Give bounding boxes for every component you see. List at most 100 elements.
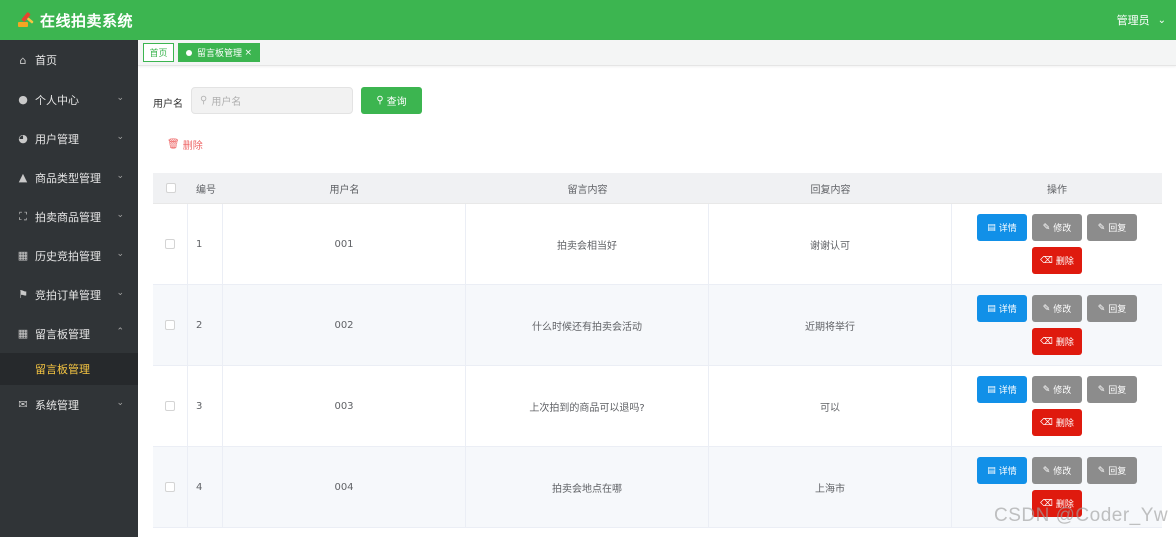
- sidebar-item-home[interactable]: ⌂ 首页: [0, 40, 138, 80]
- tag-home[interactable]: 首页: [143, 43, 174, 62]
- header-username: 用户名: [329, 184, 360, 196]
- cell-id: 4: [188, 447, 223, 527]
- chevron-up-icon: ⌃: [116, 327, 124, 337]
- detail-button[interactable]: ▤ 详情: [977, 214, 1027, 241]
- fullscreen-icon: ⛶: [19, 209, 27, 223]
- edit-icon: ✎: [1097, 222, 1106, 233]
- batch-delete-button[interactable]: 🗑 删除: [167, 137, 203, 152]
- sidebar-item-users[interactable]: ◕ 用户管理 ⌄: [0, 119, 138, 158]
- close-icon[interactable]: ×: [244, 48, 252, 58]
- delete-button[interactable]: ⌫ 删除: [1032, 328, 1082, 355]
- document-icon: ▤: [987, 465, 996, 476]
- sidebar-item-orders[interactable]: ⚑ 竞拍订单管理 ⌄: [0, 275, 138, 314]
- sidebar-item-label: 首页: [35, 54, 57, 67]
- grid-icon: ▦: [17, 327, 29, 340]
- header-reply: 回复内容: [810, 184, 851, 196]
- query-button-label: 查询: [386, 97, 407, 108]
- reply-label: 回复: [1108, 467, 1127, 477]
- delete-label: 删除: [1055, 419, 1074, 429]
- cell-operations: ▤ 详情 ✎ 修改 ✎ 回复 ⌫ 删除: [952, 285, 1162, 365]
- edit-label: 修改: [1053, 386, 1072, 396]
- reply-button[interactable]: ✎ 回复: [1087, 295, 1137, 322]
- operation-row-top: ▤ 详情 ✎ 修改 ✎ 回复: [977, 457, 1137, 484]
- delete-button[interactable]: ⌫ 删除: [1032, 409, 1082, 436]
- header-message: 留言内容: [567, 184, 608, 196]
- cell-reply: 近期将举行: [709, 285, 952, 365]
- gavel-icon: [18, 12, 34, 27]
- row-checkbox[interactable]: [165, 401, 175, 411]
- chevron-down-icon: ⌄: [116, 171, 124, 181]
- document-icon: ▤: [987, 384, 996, 395]
- edit-button[interactable]: ✎ 修改: [1032, 376, 1082, 403]
- trash-icon: ⌫: [1040, 417, 1053, 428]
- edit-icon: ✎: [1097, 303, 1106, 314]
- cell-username: 001: [223, 204, 466, 284]
- delete-label: 删除: [1055, 338, 1074, 348]
- row-checkbox[interactable]: [165, 482, 175, 492]
- operation-row-top: ▤ 详情 ✎ 修改 ✎ 回复: [977, 214, 1137, 241]
- sidebar-item-label: 历史竞拍管理: [35, 249, 101, 263]
- operation-row-bottom: ⌫ 删除: [1032, 328, 1082, 355]
- search-input[interactable]: ⚲ 用户名: [191, 87, 353, 114]
- delete-button[interactable]: ⌫ 删除: [1032, 247, 1082, 274]
- row-select-cell: [153, 366, 188, 446]
- detail-button[interactable]: ▤ 详情: [977, 457, 1027, 484]
- sidebar-item-profile[interactable]: ● 个人中心 ⌄: [0, 80, 138, 119]
- sidebar-item-label: 个人中心: [35, 93, 79, 107]
- select-all-checkbox[interactable]: [165, 183, 176, 193]
- cell-reply: 可以: [709, 366, 952, 446]
- query-button[interactable]: ⚲ 查询: [361, 87, 422, 114]
- edit-button[interactable]: ✎ 修改: [1032, 457, 1082, 484]
- table-body: 1 001 拍卖会相当好 谢谢认可 ▤ 详情 ✎ 修改 ✎ 回复 ⌫ 删除 2 002 …: [153, 204, 1162, 528]
- operation-row-top: ▤ 详情 ✎ 修改 ✎ 回复: [977, 376, 1137, 403]
- cell-operations: ▤ 详情 ✎ 修改 ✎ 回复 ⌫ 删除: [952, 366, 1162, 446]
- mail-icon: ✉: [18, 398, 28, 411]
- cell-operations: ▤ 详情 ✎ 修改 ✎ 回复 ⌫ 删除: [952, 204, 1162, 284]
- row-checkbox[interactable]: [165, 239, 175, 249]
- search-label: 用户名: [153, 99, 183, 110]
- detail-button[interactable]: ▤ 详情: [977, 295, 1027, 322]
- user-menu[interactable]: 管理员 ⌄: [1117, 0, 1166, 40]
- cell-message: 拍卖会相当好: [466, 204, 709, 284]
- row-select-cell: [153, 204, 188, 284]
- sidebar: ⌂ 首页 ● 个人中心 ⌄ ◕ 用户管理 ⌄ ▲ 商品类型管理 ⌄ ⛶ 拍卖商品…: [0, 40, 138, 537]
- row-select-cell: [153, 447, 188, 527]
- chevron-down-icon: ⌄: [1157, 14, 1166, 26]
- sidebar-item-system[interactable]: ✉ 系统管理 ⌄: [0, 385, 138, 424]
- select-all-cell: [153, 173, 188, 203]
- tags-view: 首页 留言板管理 ×: [138, 40, 1176, 66]
- submenu-item-label: 留言板管理: [35, 363, 90, 376]
- edit-label: 修改: [1053, 467, 1072, 477]
- edit-button[interactable]: ✎ 修改: [1032, 214, 1082, 241]
- chevron-down-icon: ⌄: [116, 249, 124, 259]
- edit-label: 修改: [1053, 305, 1072, 315]
- batch-delete-label: 删除: [182, 141, 203, 152]
- table-row: 3 003 上次拍到的商品可以退吗? 可以 ▤ 详情 ✎ 修改 ✎ 回复 ⌫ 删除: [153, 366, 1162, 447]
- top-bar: 在线拍卖系统 管理员 ⌄: [0, 0, 1176, 40]
- reply-button[interactable]: ✎ 回复: [1087, 376, 1137, 403]
- tag-messageboard[interactable]: 留言板管理 ×: [178, 43, 260, 62]
- cell-username: 002: [223, 285, 466, 365]
- reply-label: 回复: [1108, 305, 1127, 315]
- sidebar-item-category[interactable]: ▲ 商品类型管理 ⌄: [0, 158, 138, 197]
- edit-label: 修改: [1053, 224, 1072, 234]
- cell-username: 003: [223, 366, 466, 446]
- chevron-down-icon: ⌄: [116, 93, 124, 103]
- sidebar-item-history[interactable]: ▦ 历史竞拍管理 ⌄: [0, 236, 138, 275]
- chevron-down-icon: ⌄: [116, 398, 124, 408]
- detail-button[interactable]: ▤ 详情: [977, 376, 1027, 403]
- sidebar-item-label: 用户管理: [35, 132, 79, 146]
- edit-button[interactable]: ✎ 修改: [1032, 295, 1082, 322]
- detail-label: 详情: [998, 224, 1017, 234]
- cell-id: 1: [188, 204, 223, 284]
- submenu-item-messageboard[interactable]: 留言板管理: [0, 353, 138, 385]
- reply-button[interactable]: ✎ 回复: [1087, 457, 1137, 484]
- sidebar-item-auction-goods[interactable]: ⛶ 拍卖商品管理 ⌄: [0, 197, 138, 236]
- chevron-down-icon: ⌄: [116, 132, 124, 142]
- table-header: 编号 用户名 留言内容 回复内容 操作: [153, 173, 1162, 204]
- flag-icon: ⚑: [18, 288, 28, 301]
- reply-button[interactable]: ✎ 回复: [1087, 214, 1137, 241]
- sidebar-item-messageboard[interactable]: ▦ 留言板管理 ⌃: [0, 314, 138, 353]
- row-checkbox[interactable]: [165, 320, 175, 330]
- detail-label: 详情: [998, 386, 1017, 396]
